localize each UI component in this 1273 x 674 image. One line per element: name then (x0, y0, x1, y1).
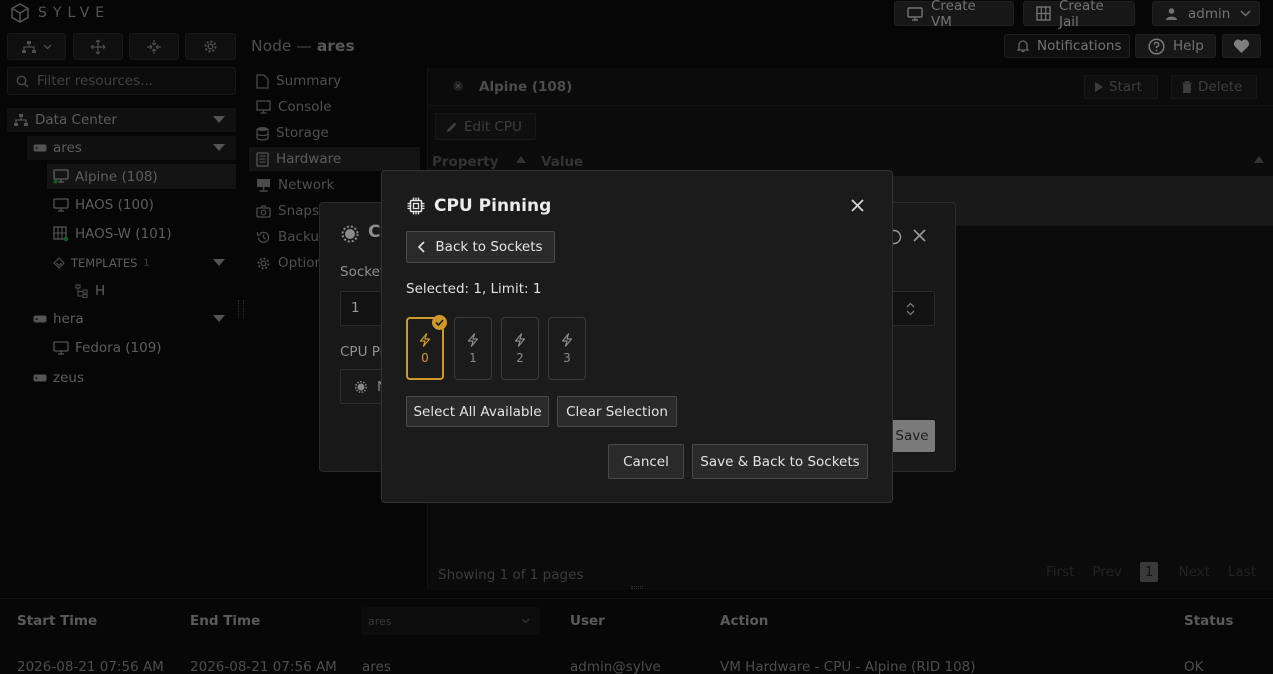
cpu-core-1[interactable]: 1 (454, 317, 492, 380)
lightning-icon (419, 332, 431, 347)
save-label: Save (895, 428, 929, 444)
close-icon[interactable] (913, 229, 926, 242)
save-button[interactable]: Save (889, 420, 935, 452)
save-back-to-sockets-button[interactable]: Save & Back to Sockets (692, 444, 868, 479)
dialog-title: CPU Pinning (434, 196, 552, 216)
core-id: 2 (516, 350, 524, 365)
clear-selection-button[interactable]: Clear Selection (557, 396, 677, 427)
cpu-pinning-dialog: CPU Pinning Back to Sockets Selected: 1,… (381, 170, 893, 503)
check-icon (432, 315, 447, 330)
save-back-label: Save & Back to Sockets (700, 453, 860, 470)
core-id: 0 (421, 350, 429, 365)
cpu-chip-icon (341, 225, 359, 243)
cpu-icon (407, 197, 425, 215)
clear-selection-label: Clear Selection (566, 403, 668, 420)
sockets-label: Socket (340, 264, 386, 280)
back-to-sockets-button[interactable]: Back to Sockets (406, 231, 555, 263)
lightning-icon (514, 332, 526, 347)
dialog-title: C (368, 222, 381, 242)
back-to-sockets-label: Back to Sockets (435, 239, 543, 255)
lightning-icon (561, 332, 573, 347)
sockets-value: 1 (351, 300, 360, 316)
cpu-core-2[interactable]: 2 (501, 317, 539, 380)
select-all-label: Select All Available (413, 403, 542, 420)
select-all-available-button[interactable]: Select All Available (406, 396, 549, 427)
cancel-button[interactable]: Cancel (608, 444, 684, 479)
chevron-left-icon (418, 241, 425, 253)
core-id: 3 (563, 350, 571, 365)
chevron-updown-icon (906, 302, 915, 316)
cpu-core-0[interactable]: 0 (406, 315, 447, 380)
cpu-core-3[interactable]: 3 (548, 317, 586, 380)
selection-info: Selected: 1, Limit: 1 (406, 281, 542, 297)
lightning-icon (467, 332, 479, 347)
close-icon[interactable] (851, 199, 864, 212)
cancel-label: Cancel (623, 453, 669, 470)
cpu-pinning-label: CPU Pi (340, 344, 384, 360)
core-id: 1 (469, 350, 477, 365)
cpu-chip-icon (355, 380, 367, 393)
